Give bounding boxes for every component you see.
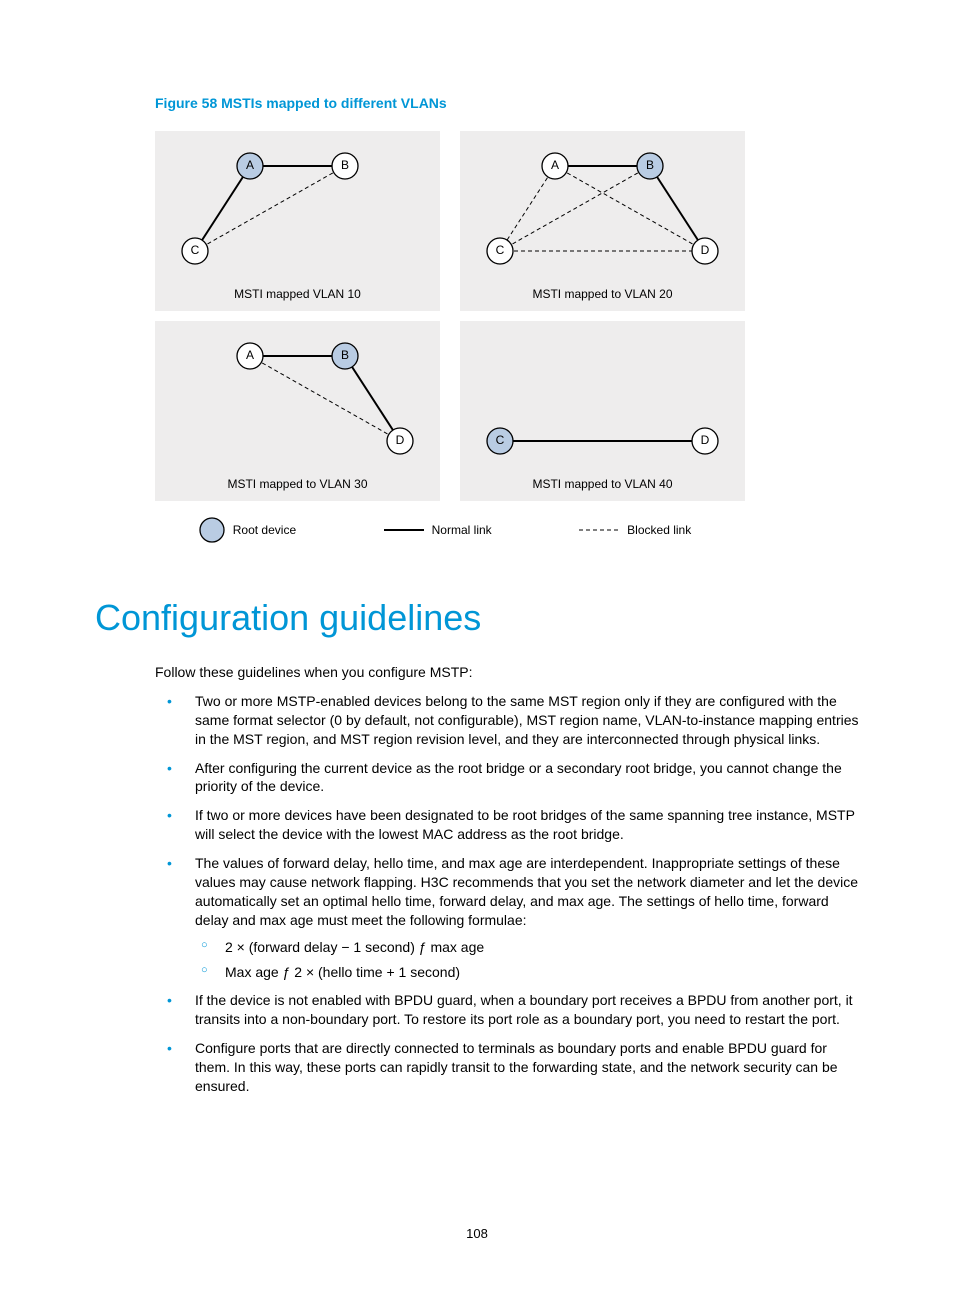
list-item: The values of forward delay, hello time,… — [155, 854, 859, 981]
formula-list: 2 × (forward delay − 1 second) ƒ max age… — [195, 938, 859, 982]
node-b-label: B — [341, 348, 349, 362]
node-a-label: A — [246, 158, 254, 172]
legend: Root device Normal link Blocked link — [155, 509, 735, 547]
node-a-label: A — [246, 348, 254, 362]
guideline-list: Two or more MSTP-enabled devices belong … — [155, 692, 859, 1096]
intro-text: Follow these guidelines when you configu… — [155, 663, 859, 682]
legend-blocked-label: Blocked link — [627, 523, 691, 537]
page-number: 108 — [0, 1226, 954, 1241]
node-d-label: D — [701, 433, 710, 447]
section-heading: Configuration guidelines — [95, 597, 859, 639]
panel-vlan30: A B D MSTI mapped to VLAN 30 — [155, 321, 440, 501]
diagram-vlan20: A B C D — [460, 131, 745, 311]
diagram-vlan30: A B D — [155, 321, 440, 501]
list-item-text: Configure ports that are directly connec… — [195, 1040, 838, 1094]
diagram-vlan10: A B C — [155, 131, 440, 311]
legend-blocked: Blocked link — [579, 523, 691, 537]
diagram-vlan40: C D — [460, 321, 745, 501]
list-item: Configure ports that are directly connec… — [155, 1039, 859, 1096]
list-item-text: Two or more MSTP-enabled devices belong … — [195, 693, 859, 747]
legend-normal: Normal link — [384, 523, 492, 537]
blocked-link-icon — [579, 525, 619, 535]
list-item-text: The values of forward delay, hello time,… — [195, 855, 858, 928]
legend-normal-label: Normal link — [432, 523, 492, 537]
node-b-label: B — [341, 158, 349, 172]
list-item-text: If two or more devices have been designa… — [195, 807, 855, 842]
node-c-label: C — [496, 433, 505, 447]
node-c-label: C — [191, 243, 200, 257]
node-d-label: D — [701, 243, 710, 257]
normal-link-icon — [384, 525, 424, 535]
body-content: Follow these guidelines when you configu… — [155, 663, 859, 1096]
node-c-label: C — [496, 243, 505, 257]
panel-caption: MSTI mapped VLAN 10 — [155, 287, 440, 301]
formula-item: Max age ƒ 2 × (hello time + 1 second) — [195, 963, 859, 982]
panel-vlan10: A B C MSTI mapped VLAN 10 — [155, 131, 440, 311]
list-item: Two or more MSTP-enabled devices belong … — [155, 692, 859, 749]
panel-vlan20: A B C D MSTI mapped to VLAN 20 — [460, 131, 745, 311]
formula-text: 2 × (forward delay − 1 second) ƒ max age — [225, 939, 484, 955]
list-item-text: If the device is not enabled with BPDU g… — [195, 992, 853, 1027]
list-item: If two or more devices have been designa… — [155, 806, 859, 844]
legend-root-label: Root device — [233, 523, 296, 537]
panel-vlan40: C D MSTI mapped to VLAN 40 — [460, 321, 745, 501]
diagram-grid: A B C MSTI mapped VLAN 10 A B — [155, 131, 755, 501]
node-a-label: A — [551, 158, 559, 172]
list-item-text: After configuring the current device as … — [195, 760, 842, 795]
legend-root: Root device — [199, 517, 296, 543]
panel-caption: MSTI mapped to VLAN 20 — [460, 287, 745, 301]
root-device-icon — [199, 517, 225, 543]
formula-text: Max age ƒ 2 × (hello time + 1 second) — [225, 964, 460, 980]
node-b-label: B — [646, 158, 654, 172]
list-item: After configuring the current device as … — [155, 759, 859, 797]
panel-caption: MSTI mapped to VLAN 30 — [155, 477, 440, 491]
panel-caption: MSTI mapped to VLAN 40 — [460, 477, 745, 491]
diagram-container: A B C MSTI mapped VLAN 10 A B — [155, 131, 755, 547]
list-item: If the device is not enabled with BPDU g… — [155, 991, 859, 1029]
node-d-label: D — [396, 433, 405, 447]
figure-caption: Figure 58 MSTIs mapped to different VLAN… — [155, 95, 859, 111]
formula-item: 2 × (forward delay − 1 second) ƒ max age — [195, 938, 859, 957]
